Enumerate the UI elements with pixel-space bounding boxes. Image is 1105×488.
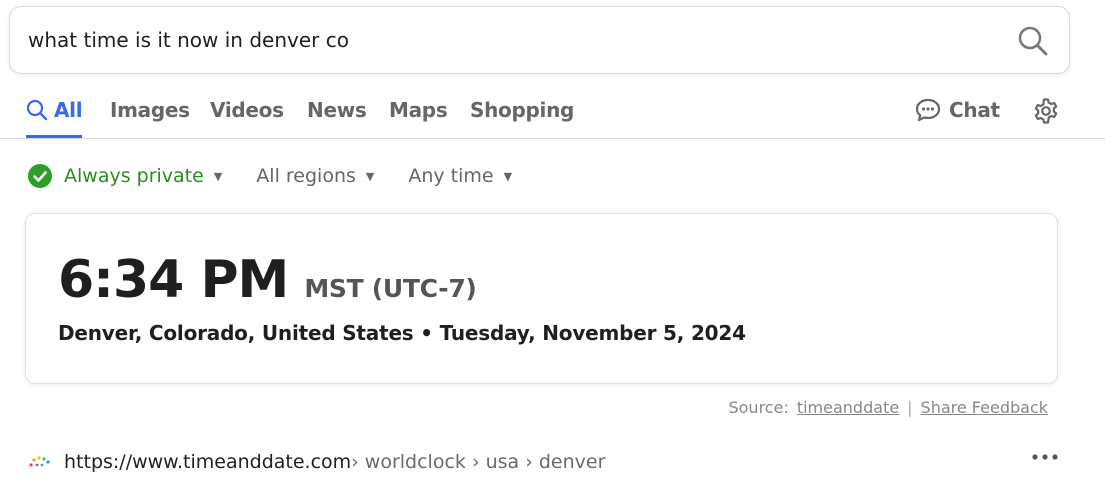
nav-tabs: All Images Videos News Maps Shopping Cha… bbox=[0, 90, 1105, 139]
tab-label: Shopping bbox=[470, 98, 575, 122]
source-line: Source: timeanddate | Share Feedback bbox=[728, 398, 1048, 417]
tab-label: News bbox=[307, 98, 367, 122]
share-feedback-link[interactable]: Share Feedback bbox=[921, 398, 1048, 417]
privacy-filter[interactable]: Always private ▼ bbox=[28, 164, 222, 188]
search-icon bbox=[1018, 26, 1048, 56]
chat-bubble-icon bbox=[915, 98, 941, 122]
result-url[interactable]: https://www.timeanddate.com › worldclock… bbox=[28, 450, 605, 474]
time-answer-card: 6:34 PM MST (UTC-7) Denver, Colorado, Un… bbox=[25, 213, 1058, 384]
tab-news[interactable]: News bbox=[307, 90, 367, 138]
location-label: Denver, Colorado, United States bbox=[58, 321, 414, 345]
source-link[interactable]: timeanddate bbox=[797, 398, 899, 417]
tab-label: Videos bbox=[210, 98, 284, 122]
caret-down-icon: ▼ bbox=[365, 169, 375, 183]
tab-maps[interactable]: Maps bbox=[389, 90, 448, 138]
check-circle-icon bbox=[28, 164, 52, 188]
source-label: Source: bbox=[728, 398, 789, 417]
current-time: 6:34 PM bbox=[58, 250, 289, 310]
filter-bar: Always private ▼ All regions ▼ Any time … bbox=[28, 161, 546, 191]
source-divider: | bbox=[907, 398, 913, 417]
tab-all[interactable]: All bbox=[26, 90, 83, 138]
search-input[interactable] bbox=[28, 7, 978, 73]
time-row: 6:34 PM MST (UTC-7) bbox=[58, 250, 477, 310]
bullet-separator: • bbox=[420, 321, 433, 345]
caret-down-icon: ▼ bbox=[503, 169, 513, 183]
tab-videos[interactable]: Videos bbox=[210, 90, 284, 138]
tab-images[interactable]: Images bbox=[110, 90, 190, 138]
caret-down-icon: ▼ bbox=[213, 169, 223, 183]
location-date-line: Denver, Colorado, United States • Tuesda… bbox=[58, 321, 746, 345]
date-label: Tuesday, November 5, 2024 bbox=[439, 321, 746, 345]
timeanddate-favicon-icon bbox=[29, 456, 50, 467]
time-filter[interactable]: Any time ▼ bbox=[408, 165, 512, 187]
more-dots-icon bbox=[1032, 454, 1058, 460]
settings-button[interactable] bbox=[1032, 97, 1060, 125]
privacy-label: Always private bbox=[64, 165, 204, 187]
result-path: › worldclock › usa › denver bbox=[351, 451, 606, 473]
tab-label: Images bbox=[110, 98, 190, 122]
search-button[interactable] bbox=[1017, 25, 1049, 57]
timezone-label: MST (UTC-7) bbox=[304, 274, 477, 303]
chat-label: Chat bbox=[949, 98, 1000, 122]
region-filter[interactable]: All regions ▼ bbox=[256, 165, 374, 187]
gear-icon bbox=[1034, 98, 1058, 124]
tab-label: All bbox=[54, 98, 83, 122]
search-box bbox=[9, 6, 1070, 74]
result-domain: https://www.timeanddate.com bbox=[64, 451, 352, 473]
region-label: All regions bbox=[256, 165, 356, 187]
search-icon bbox=[26, 99, 48, 121]
tab-label: Maps bbox=[389, 98, 448, 122]
time-label: Any time bbox=[408, 165, 494, 187]
chat-button[interactable]: Chat bbox=[915, 98, 1000, 122]
tab-shopping[interactable]: Shopping bbox=[470, 90, 574, 138]
more-options-button[interactable] bbox=[1030, 448, 1060, 468]
